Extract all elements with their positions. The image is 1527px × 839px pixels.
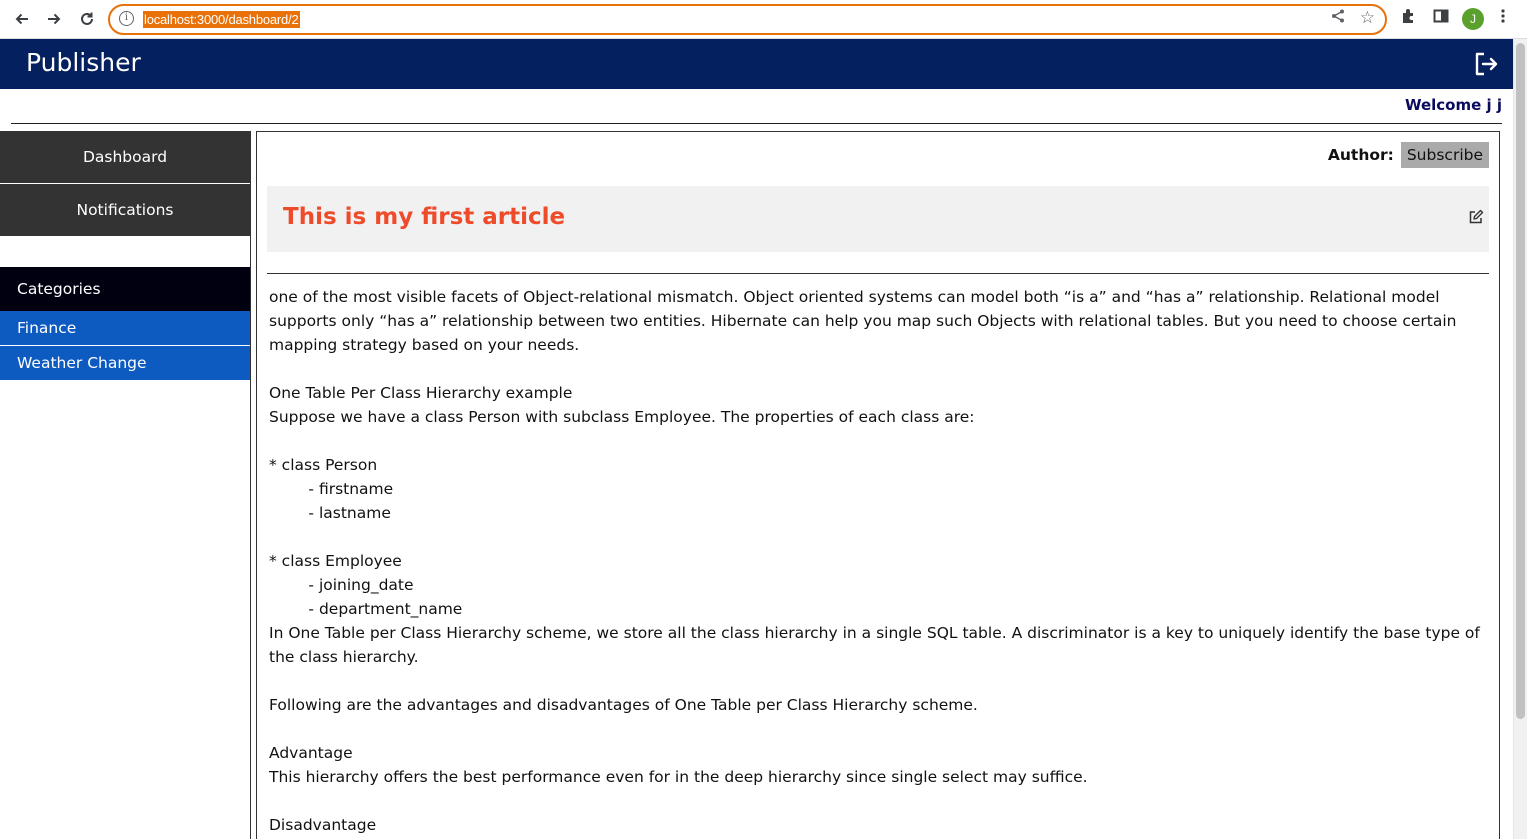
url-text[interactable]: localhost:3000/dashboard/2 xyxy=(143,11,300,28)
divider xyxy=(267,273,1489,274)
author-label: Author: xyxy=(1327,146,1394,164)
app-title[interactable]: Publisher xyxy=(26,48,141,77)
sidebar: Dashboard Notifications Categories Finan… xyxy=(0,131,251,839)
logout-icon[interactable] xyxy=(1473,51,1501,77)
app-header: Publisher xyxy=(0,39,1513,89)
puzzle-icon[interactable] xyxy=(1401,8,1417,28)
sidebar-item-notifications[interactable]: Notifications xyxy=(0,184,250,236)
side-panel-icon[interactable] xyxy=(1433,8,1449,28)
welcome-text: Welcome j j xyxy=(1404,96,1502,114)
article-body: one of the most visible facets of Object… xyxy=(269,288,1480,834)
categories-heading: Categories xyxy=(0,267,250,311)
address-bar[interactable]: i localhost:3000/dashboard/2 ☆ xyxy=(108,4,1387,35)
welcome-row: Welcome j j xyxy=(11,89,1502,124)
page-scrollbar[interactable] xyxy=(1513,39,1527,839)
article-title: This is my first article xyxy=(283,204,566,230)
article-panel: Author: Subscribe This is my first artic… xyxy=(256,131,1500,839)
arrow-right-icon[interactable] xyxy=(41,6,67,32)
star-icon[interactable]: ☆ xyxy=(1360,8,1375,28)
category-item-finance[interactable]: Finance xyxy=(0,311,250,345)
avatar[interactable]: J xyxy=(1462,8,1484,30)
share-icon[interactable] xyxy=(1331,9,1345,27)
info-icon[interactable]: i xyxy=(119,11,134,26)
browser-toolbar: i localhost:3000/dashboard/2 ☆ J xyxy=(0,0,1527,39)
author-row: Author: Subscribe xyxy=(1328,142,1489,168)
edit-icon[interactable] xyxy=(1468,209,1484,225)
article-title-box: This is my first article xyxy=(267,186,1489,252)
subscribe-button[interactable]: Subscribe xyxy=(1400,142,1489,168)
scrollbar-thumb[interactable] xyxy=(1516,43,1525,719)
kebab-menu-icon[interactable] xyxy=(1500,8,1506,28)
reload-icon[interactable] xyxy=(74,6,100,32)
sidebar-item-dashboard[interactable]: Dashboard xyxy=(0,131,250,183)
arrow-left-icon[interactable] xyxy=(9,6,35,32)
category-item-weather-change[interactable]: Weather Change xyxy=(0,346,250,380)
